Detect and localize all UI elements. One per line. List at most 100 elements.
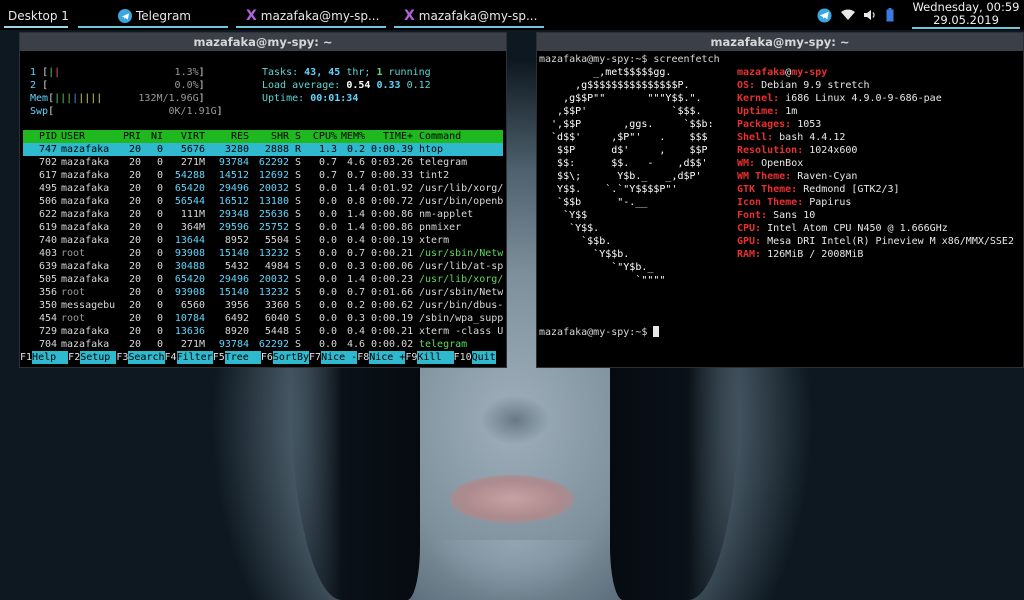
cell-res: 8952 [224,235,249,246]
mem-value: 132M/1.96G [138,93,199,104]
col-header-pri[interactable]: PRI [117,130,141,143]
fkey-number: F9 [405,351,418,364]
cell-res: 29496 [218,183,249,194]
cell-shr: 62292 [258,157,289,168]
col-header-shr[interactable]: SHR [251,130,289,143]
fkey-f4[interactable]: F4 Filter [164,351,213,364]
process-row[interactable]: 454 root 20 0 10784 6492 6040 S 0.0 0.3 0:00.19/sb… [23,312,503,325]
process-row[interactable]: 622 mazafaka 20 0 111M 29348 25636 S 0.0 1.4 0:00.… [23,208,503,221]
col-header-time[interactable]: TIME+ [371,130,413,143]
col-header-ni[interactable]: NI [145,130,163,143]
fkey-f3[interactable]: F3 Search [116,351,165,364]
cell-command: /usr/lib/xorg/Xor [419,183,503,194]
process-row[interactable]: 356 root 20 0 93908 15140 13232 S 0.0 0.7 0:01.66 /… [23,286,503,299]
taskbar-item-terminal-1[interactable]: X mazafaka@my-sp... [236,4,386,28]
desktop-switcher[interactable]: Desktop 1 [4,4,68,28]
debian-logo-line: ',$$P ,ggs. `$$b: [539,119,714,130]
col-header-user[interactable]: USER [61,130,121,143]
col-header-command[interactable]: Command [419,130,503,143]
taskbar-item-telegram[interactable]: Telegram [78,4,228,28]
battery-icon[interactable] [884,6,896,24]
cell-pri: 20 [128,196,141,207]
col-header-mem[interactable]: MEM% [337,130,365,143]
process-row[interactable]: 617 mazafaka 20 0 54288 14512 12692 S 0.7 0.7 0:00… [23,169,503,182]
cpu2-value: 0.0% [174,80,199,91]
process-row[interactable]: 505 mazafaka 20 0 65420 29496 20032 S 0.0 1.4 0:00… [23,273,503,286]
cell-state: S [295,170,302,181]
fkey-f10[interactable]: F10 Quit [453,351,496,364]
process-row[interactable]: 619 mazafaka 20 0 364M 29596 25752 S 0.0 1.4 0:00.… [23,221,503,234]
cell-command: telegram [419,339,468,350]
cell-shr: 5504 [264,235,289,246]
cell-time: 0:00.21 [371,248,414,259]
col-header-state[interactable]: S [295,130,305,143]
fkey-label: Nice - [321,351,358,364]
screenfetch-terminal-window[interactable]: mazafaka@my-spy: ~ mazafaka@my-spy:~$ sc… [536,32,1024,368]
sysinfo-line: Packages: 1053 [737,118,821,131]
volume-icon[interactable] [862,6,878,24]
cell-pid: 622 [38,209,57,220]
process-row[interactable]: 495 mazafaka 20 0 65420 29496 20032 S 0.0 1.4 0:01… [23,182,503,195]
process-row[interactable]: 704 mazafaka 20 0 271M 93784 62292 S 0.0 4.6 0:00.… [23,338,503,351]
cell-pid: 702 [38,157,57,168]
debian-logo-line: `$$b. [539,236,612,247]
cell-mem: 1.4 [346,222,365,233]
fkey-number: F5 [212,351,225,364]
cell-user: root [61,248,86,259]
col-header-virt[interactable]: VIRT [163,130,205,143]
fkey-f1[interactable]: F1 Help [20,351,69,364]
cell-user: mazafaka [61,144,110,155]
final-prompt-line[interactable]: mazafaka@my-spy:~$ [539,326,660,339]
sysinfo-key: Shell: [737,132,774,143]
cell-shr: 5448 [264,326,289,337]
htop-terminal-window[interactable]: mazafaka@my-spy: ~ 1 [|| 1.3%] 2 [ 0.0%]… [19,32,507,368]
col-header-cpu[interactable]: CPU% [305,130,337,143]
cell-res: 14512 [218,170,249,181]
process-row[interactable]: 506 mazafaka 20 0 56544 16512 13180 S 0.0 0.8 0:00… [23,195,503,208]
cell-res: 15140 [218,248,249,259]
taskbar-item-terminal-2[interactable]: X mazafaka@my-sp... [394,4,544,28]
process-row[interactable]: 729 mazafaka 20 0 13636 8920 5448 S 0.0 0.4 0:00.2… [23,325,503,338]
cell-pid: 350 [38,300,57,311]
clock[interactable]: Wednesday, 00:59 29.05.2019 [910,1,1022,29]
process-row[interactable]: 747 mazafaka 20 0 5676 3280 2888 R 1.3 0.2 0:00.39… [23,143,503,156]
process-row[interactable]: 740 mazafaka 20 0 13644 8952 5504 S 0.0 0.4 0:00.1… [23,234,503,247]
cell-shr: 13180 [258,196,289,207]
col-header-pid[interactable]: PID [23,130,57,143]
cell-shr: 25752 [258,222,289,233]
cell-ni: 0 [156,313,163,324]
cell-state: S [295,287,302,298]
cell-res: 6492 [224,313,249,324]
debian-logo-line: ,$$P' `$$$. [539,106,702,117]
fkey-f7[interactable]: F7 Nice - [309,351,358,364]
process-row[interactable]: 702 mazafaka 20 0 271M 93784 62292 S 0.7 4.6 0:03.… [23,156,503,169]
window-title[interactable]: mazafaka@my-spy: ~ [537,33,1023,51]
fkey-f2[interactable]: F2 Setup [68,351,117,364]
cell-cpu: 1.3 [318,144,337,155]
sysinfo-value: 126MiB / 2008MiB [767,249,864,260]
process-table-header[interactable]: PID USER PRI NI VIRT RES SHR S CPU% MEM%… [23,130,503,143]
process-row[interactable]: 350 messagebu 20 0 6560 3956 3360 S 0.0 0.2 0:00.6… [23,299,503,312]
fkey-f5[interactable]: F5 Tree [212,351,261,364]
debian-logo-line: `d$$' ,$P"' . $$$ [539,132,708,143]
tray-telegram-icon[interactable] [816,6,832,24]
x-terminal-icon: X [404,8,415,24]
col-header-res[interactable]: RES [207,130,249,143]
fkey-f6[interactable]: F6 SortBy [260,351,310,364]
cell-user: mazafaka [61,209,110,220]
cell-pid: 617 [38,170,57,181]
sysinfo-value: Papirus [809,197,852,208]
cell-command: /usr/lib/at-spi2- [419,261,503,272]
fkey-f9[interactable]: F9 Kill [405,351,454,364]
process-row[interactable]: 639 mazafaka 20 0 30488 5432 4984 S 0.0 0.3 0:00.0… [23,260,503,273]
cell-ni: 0 [156,196,163,207]
cell-state: S [295,196,302,207]
window-title[interactable]: mazafaka@my-spy: ~ [20,33,506,51]
cell-mem: 0.3 [346,261,365,272]
wifi-icon[interactable] [840,6,856,24]
clock-date: 29.05.2019 [933,13,999,27]
fkey-number: F10 [453,351,472,364]
screenfetch-output: mazafaka@my-spy:~$ screenfetch mazafaka@… [539,53,1023,353]
fkey-f8[interactable]: F8 Nice + [357,351,406,364]
process-row[interactable]: 403 root 20 0 93908 15140 13232 S 0.0 0.7 0:00.21 /… [23,247,503,260]
